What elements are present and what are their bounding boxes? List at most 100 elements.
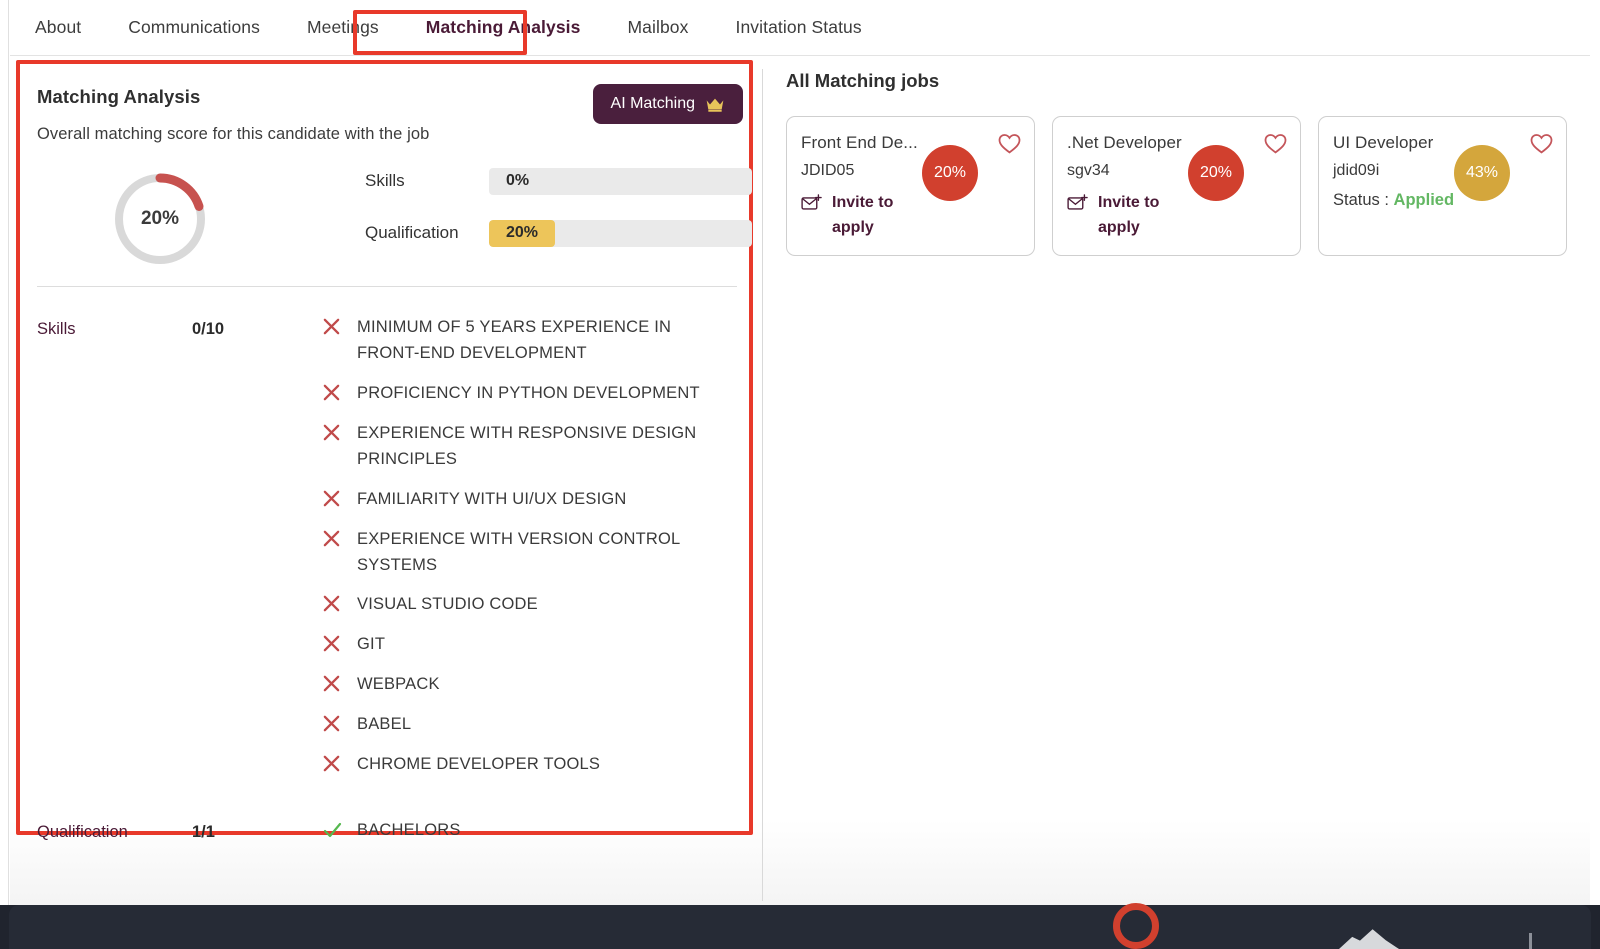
job-match-percentage: 20% (1188, 145, 1244, 201)
content-area: Matching Analysis Overall matching score… (10, 56, 1590, 905)
tab-mailbox[interactable]: Mailbox (615, 11, 700, 44)
job-card-list: Front End De... JDID05 Invite to apply 2… (786, 116, 1576, 256)
criteria-group-skills-score: 0/10 (192, 320, 225, 338)
job-card[interactable]: UI Developer jdid09i Status : Applied 43… (1318, 116, 1567, 256)
criteria-item-text: FAMILIARITY WITH UI/UX DESIGN (357, 489, 627, 508)
all-matching-jobs-title: All Matching jobs (786, 70, 940, 91)
cross-icon (322, 380, 342, 407)
job-match-percentage: 43% (1454, 145, 1510, 201)
criteria-item-text: WEBPACK (357, 675, 440, 694)
cross-icon (322, 711, 342, 738)
criteria-item-text: BACHELORS (357, 821, 461, 840)
criteria-item-text: EXPERIENCE WITH VERSION CONTROL SYSTEMS (357, 529, 680, 574)
score-bar-qualification-value: 20% (506, 224, 539, 241)
job-card-id: sgv34 (1067, 162, 1110, 179)
criteria-item: PROFICIENCY IN PYTHON DEVELOPMENT (322, 380, 757, 407)
criteria-item-text: EXPERIENCE WITH RESPONSIVE DESIGN PRINCI… (357, 423, 697, 469)
window-right-border (1591, 0, 1600, 905)
score-bar-skills-label: Skills (365, 171, 405, 190)
tab-meetings[interactable]: Meetings (295, 11, 391, 44)
job-card-title: Front End De... (801, 133, 918, 152)
criteria-item-text: GIT (357, 635, 386, 654)
score-bar-skills-value: 0% (506, 172, 530, 189)
job-card-title: UI Developer (1333, 133, 1434, 152)
criteria-item: EXPERIENCE WITH RESPONSIVE DESIGN PRINCI… (322, 420, 757, 473)
cross-icon (322, 314, 342, 341)
criteria-item: EXPERIENCE WITH VERSION CONTROL SYSTEMS (322, 526, 757, 579)
job-card-status: Status : Applied (1333, 191, 1552, 210)
job-card-id: JDID05 (801, 162, 855, 179)
job-match-percentage: 20% (922, 145, 978, 201)
invite-to-apply-button[interactable]: Invite to apply (801, 191, 921, 241)
envelope-plus-icon (1067, 193, 1089, 213)
tab-bar: About Communications Meetings Matching A… (10, 0, 1590, 56)
job-card[interactable]: Front End De... JDID05 Invite to apply 2… (786, 116, 1035, 256)
check-icon (322, 817, 342, 845)
score-bar-qualification-track: 20% (489, 219, 752, 247)
criteria-item-text: PROFICIENCY IN PYTHON DEVELOPMENT (357, 383, 700, 402)
envelope-plus-icon (801, 193, 823, 213)
cross-icon (322, 420, 342, 447)
overall-score-donut: 20% (111, 170, 209, 268)
score-bar-qualification-label: Qualification (365, 223, 459, 242)
invite-to-apply-button[interactable]: Invite to apply (1067, 191, 1187, 241)
cross-icon (322, 591, 342, 618)
criteria-group-qualification-label: Qualification (37, 823, 128, 842)
criteria-item-text: MINIMUM OF 5 YEARS EXPERIENCE IN FRONT-E… (357, 318, 672, 363)
matching-analysis-panel: Matching Analysis Overall matching score… (16, 60, 753, 841)
taskbar-inner (9, 903, 1591, 949)
os-taskbar (0, 903, 1600, 949)
cross-icon (322, 671, 342, 698)
taskbar-tick-icon[interactable] (1529, 933, 1532, 949)
section-divider (37, 286, 737, 287)
status-badge: Applied (1393, 191, 1455, 209)
all-matching-jobs-panel: All Matching jobs Front End De... JDID05 (776, 70, 1576, 256)
invite-to-apply-label: Invite to apply (1098, 194, 1160, 236)
cross-icon (322, 486, 342, 513)
panel-subtitle: Overall matching score for this candidat… (37, 125, 430, 143)
criteria-item-text: VISUAL STUDIO CODE (357, 595, 538, 614)
app-screenshot: About Communications Meetings Matching A… (0, 0, 1600, 949)
tab-about[interactable]: About (23, 11, 93, 44)
score-bar-skills: Skills 0% (365, 164, 765, 198)
criteria-item: FAMILIARITY WITH UI/UX DESIGN (322, 486, 757, 513)
tab-matching-analysis[interactable]: Matching Analysis (414, 11, 593, 44)
job-card-id: jdid09i (1333, 162, 1380, 179)
job-card-status-prefix: Status : (1333, 191, 1394, 209)
cross-icon (322, 526, 342, 553)
job-card-title: .Net Developer (1067, 133, 1182, 152)
window-left-border (0, 0, 9, 905)
job-card[interactable]: .Net Developer sgv34 Invite to apply 20% (1052, 116, 1301, 256)
score-summary: 20% Skills 0% Qualification 20% (37, 164, 752, 284)
criteria-item: CHROME DEVELOPER TOOLS (322, 751, 757, 778)
criteria-item-text: CHROME DEVELOPER TOOLS (357, 755, 601, 774)
taskbar-circle-icon[interactable] (1113, 903, 1159, 949)
criteria-list: Skills 0/10 MINIMUM OF 5 YEARS EXPERIENC… (20, 314, 757, 862)
tab-invitation-status[interactable]: Invitation Status (724, 11, 874, 44)
cross-icon (322, 751, 342, 778)
criteria-item-text: BABEL (357, 715, 412, 734)
criteria-item: GIT (322, 631, 757, 658)
ai-matching-label: AI Matching (610, 95, 695, 112)
criteria-group-qualification: Qualification 1/1 BACHELORS (20, 817, 757, 858)
heart-outline-icon[interactable] (1529, 131, 1554, 156)
tab-communications[interactable]: Communications (116, 11, 272, 44)
criteria-item: MINIMUM OF 5 YEARS EXPERIENCE IN FRONT-E… (322, 314, 757, 367)
ai-matching-button[interactable]: AI Matching (592, 84, 743, 124)
score-bars: Skills 0% Qualification 20% (365, 164, 765, 268)
criteria-group-skills: Skills 0/10 MINIMUM OF 5 YEARS EXPERIENC… (20, 314, 757, 791)
criteria-group-qualification-score: 1/1 (192, 823, 215, 842)
heart-outline-icon[interactable] (997, 131, 1022, 156)
invite-to-apply-label: Invite to apply (832, 194, 894, 236)
criteria-item: WEBPACK (322, 671, 757, 698)
criteria-item: BABEL (322, 711, 757, 738)
score-bar-skills-track: 0% (489, 167, 752, 195)
criteria-item: BACHELORS (322, 817, 757, 845)
crown-icon (705, 97, 725, 112)
taskbar-mountain-icon[interactable] (1339, 929, 1399, 949)
criteria-item: VISUAL STUDIO CODE (322, 591, 757, 618)
criteria-group-skills-label: Skills (37, 320, 76, 338)
score-bar-qualification: Qualification 20% (365, 216, 765, 250)
cross-icon (322, 631, 342, 658)
heart-outline-icon[interactable] (1263, 131, 1288, 156)
